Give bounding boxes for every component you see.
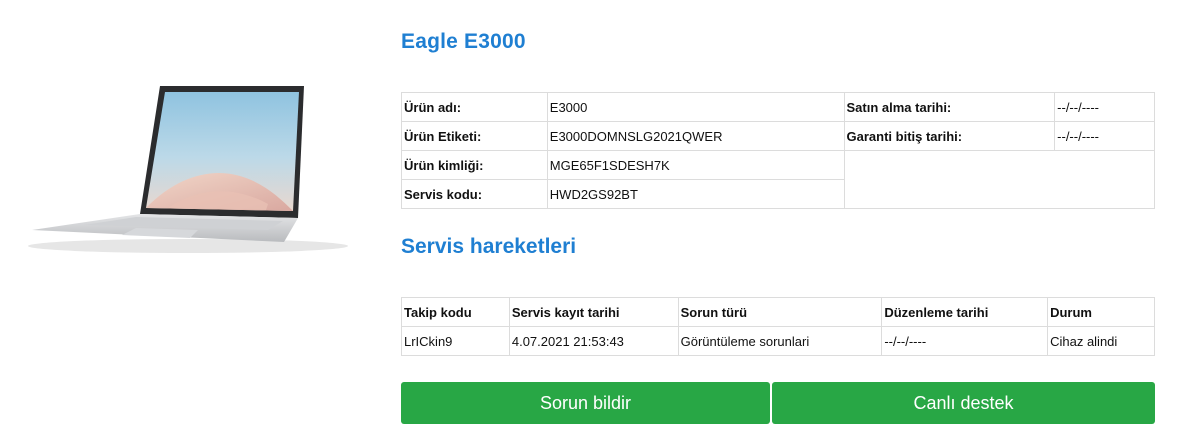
purchase-date-value: --/--/----: [1054, 92, 1155, 122]
product-info-table: Ürün adı: E3000 Satın alma tarihi: --/--…: [401, 92, 1156, 209]
column-header-edit-date: Düzenleme tarihi: [881, 297, 1049, 327]
laptop-image: [28, 86, 348, 253]
warranty-end-label: Garanti bitiş tarihi:: [843, 121, 1056, 151]
product-title: Eagle E3000: [401, 30, 526, 53]
table-row: Ürün adı: E3000 Satın alma tarihi: --/--…: [401, 92, 1155, 122]
service-history-title: Servis hareketleri: [401, 235, 577, 258]
service-date-cell: 4.07.2021 21:53:43: [508, 326, 679, 356]
product-id-label: Ürün kimliği:: [401, 150, 548, 180]
service-history-table: Takip kodu Servis kayıt tarihi Sorun tür…: [401, 297, 1155, 356]
edit-date-cell: --/--/----: [881, 326, 1049, 356]
product-name-label: Ürün adı:: [401, 92, 548, 122]
status-cell: Cihaz alindi: [1047, 326, 1155, 356]
warranty-end-value: --/--/----: [1054, 121, 1155, 151]
report-issue-button[interactable]: Sorun bildir: [401, 382, 770, 424]
service-code-label: Servis kodu:: [401, 179, 548, 209]
column-header-service-date: Servis kayıt tarihi: [508, 297, 679, 327]
product-tag-value: E3000DOMNSLG2021QWER: [546, 121, 845, 151]
column-header-status: Durum: [1047, 297, 1155, 327]
table-header-row: Takip kodu Servis kayıt tarihi Sorun tür…: [401, 297, 1155, 327]
product-name-value: E3000: [546, 92, 845, 122]
table-row: LrICkin9 4.07.2021 21:53:43 Görüntüleme …: [401, 326, 1155, 356]
service-code-value: HWD2GS92BT: [546, 179, 845, 209]
column-header-issue-type: Sorun türü: [677, 297, 883, 327]
table-row: Ürün Etiketi: E3000DOMNSLG2021QWER Garan…: [401, 121, 1155, 151]
table-row: Ürün kimliği: MGE65F1SDESH7K: [401, 150, 1156, 209]
tracking-code-cell: LrICkin9: [401, 326, 510, 356]
live-support-button[interactable]: Canlı destek: [772, 382, 1155, 424]
product-tag-label: Ürün Etiketi:: [401, 121, 548, 151]
product-id-value: MGE65F1SDESH7K: [546, 150, 845, 180]
issue-type-cell: Görüntüleme sorunlari: [677, 326, 883, 356]
column-header-tracking-code: Takip kodu: [401, 297, 510, 327]
empty-cell: [843, 150, 1156, 209]
purchase-date-label: Satın alma tarihi:: [843, 92, 1056, 122]
